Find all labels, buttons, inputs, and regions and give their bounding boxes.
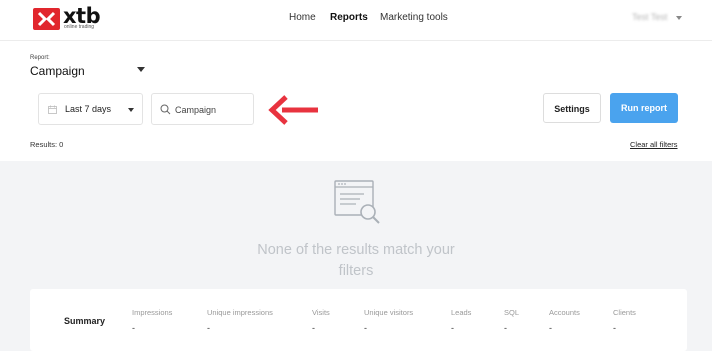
document-search-icon <box>334 180 380 224</box>
run-report-button[interactable]: Run report <box>610 93 678 123</box>
date-range-dropdown[interactable]: Last 7 days <box>38 93 143 125</box>
user-name[interactable]: Test Test <box>632 12 667 22</box>
metric-label-unique-impressions: Unique impressions <box>207 308 273 317</box>
metric-label-sql: SQL <box>504 308 520 317</box>
empty-state-message: None of the results match your filters <box>257 242 455 279</box>
nav-marketing-tools[interactable]: Marketing tools <box>380 12 448 23</box>
report-label: Report: <box>30 55 50 61</box>
metric-label-leads: Leads <box>451 308 472 317</box>
nav-home[interactable]: Home <box>289 12 316 23</box>
campaign-search-input[interactable] <box>175 103 251 117</box>
date-range-value: Last 7 days <box>65 104 112 114</box>
chevron-down-icon[interactable] <box>137 67 145 72</box>
metric-label-visits: Visits <box>312 308 330 317</box>
report-select[interactable]: Campaign <box>30 64 85 78</box>
metric-value-visits: - <box>312 323 315 333</box>
metric-value-impressions: - <box>132 323 135 333</box>
arrow-left-icon <box>268 95 318 125</box>
metric-value-clients: - <box>613 323 616 333</box>
xtb-logo[interactable]: xtb online trading <box>33 4 103 31</box>
metric-label-impressions: Impressions <box>132 308 173 317</box>
chevron-down-icon[interactable] <box>676 16 682 20</box>
logo-badge <box>33 8 60 30</box>
results-count: Results: 0 <box>30 140 64 149</box>
metric-value-unique-impressions: - <box>207 323 210 333</box>
metric-value-leads: - <box>451 323 454 333</box>
settings-button[interactable]: Settings <box>543 93 601 123</box>
summary-title: Summary <box>64 316 106 326</box>
metric-value-unique-visitors: - <box>364 323 367 333</box>
logo-tagline: online trading <box>64 24 95 30</box>
metric-label-clients: Clients <box>613 308 636 317</box>
metric-value-sql: - <box>504 323 507 333</box>
summary-card: Summary Impressions - Unique impressions… <box>30 289 687 351</box>
search-icon <box>160 104 171 115</box>
chevron-down-icon <box>128 108 134 112</box>
clear-all-filters-link[interactable]: Clear all filters <box>630 140 678 149</box>
calendar-icon <box>48 105 57 114</box>
campaign-search[interactable] <box>151 93 254 125</box>
metric-label-accounts: Accounts <box>549 308 580 317</box>
nav-reports[interactable]: Reports <box>330 12 368 23</box>
top-navbar: xtb online trading Home Reports Marketin… <box>0 0 712 41</box>
metric-value-accounts: - <box>549 323 552 333</box>
metric-label-unique-visitors: Unique visitors <box>364 308 414 317</box>
